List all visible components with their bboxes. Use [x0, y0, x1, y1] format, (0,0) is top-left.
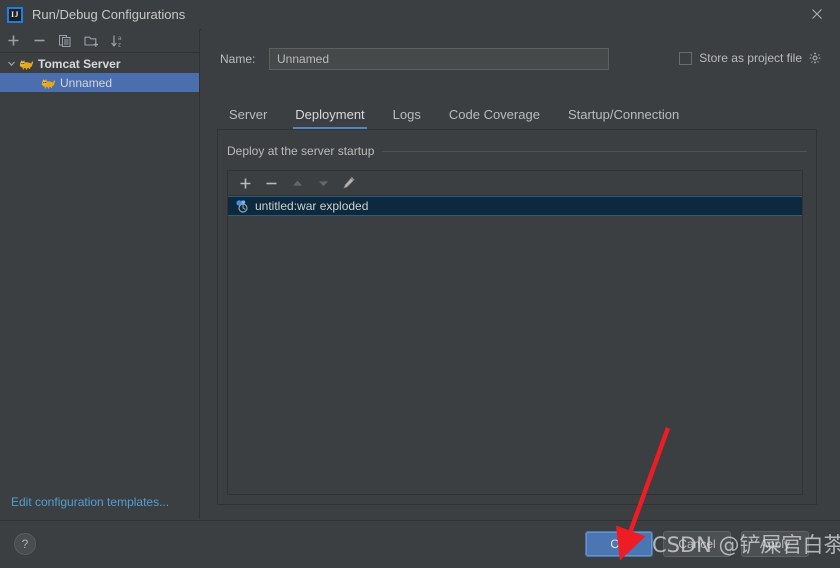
- sidebar-toolbar: a z: [0, 29, 199, 53]
- svg-text:z: z: [118, 42, 121, 48]
- list-item[interactable]: untitled:war exploded: [228, 196, 802, 216]
- deploy-section-header: Deploy at the server startup: [227, 144, 807, 158]
- store-as-project-file-row[interactable]: Store as project file: [679, 51, 822, 65]
- move-up-button[interactable]: [284, 172, 310, 194]
- add-artifact-button[interactable]: [232, 172, 258, 194]
- artifacts-list-box: untitled:war exploded: [227, 170, 803, 495]
- configurations-sidebar: a z Tomcat Server Unnamed Edit configura…: [0, 29, 200, 519]
- tab-code-coverage[interactable]: Code Coverage: [435, 107, 554, 129]
- tab-deployment[interactable]: Deployment: [281, 107, 378, 129]
- pencil-icon: [343, 176, 355, 189]
- cancel-button[interactable]: Cancel: [663, 531, 731, 557]
- tomcat-icon: [18, 56, 34, 72]
- chevron-down-icon[interactable]: [5, 57, 18, 70]
- name-input[interactable]: [269, 48, 609, 70]
- edit-configuration-templates-link[interactable]: Edit configuration templates...: [11, 495, 169, 509]
- tab-startup-connection[interactable]: Startup/Connection: [554, 107, 693, 129]
- plus-icon: [240, 178, 250, 188]
- arrow-down-icon: [318, 180, 328, 186]
- minus-icon: [266, 182, 276, 184]
- name-label: Name:: [220, 52, 256, 66]
- edit-artifact-button[interactable]: [336, 172, 362, 194]
- move-down-button[interactable]: [310, 172, 336, 194]
- title-bar: IJ Run/Debug Configurations: [0, 0, 840, 30]
- tree-item-label: Unnamed: [60, 75, 113, 90]
- close-window-button[interactable]: [794, 0, 840, 28]
- configuration-tabs: Server Deployment Logs Code Coverage Sta…: [223, 101, 693, 129]
- help-button[interactable]: ?: [14, 533, 36, 555]
- run-debug-configurations-dialog: IJ Run/Debug Configurations a z Tomcat S…: [0, 0, 840, 568]
- folder-add-icon: [83, 36, 98, 47]
- name-row: Name:: [220, 48, 609, 70]
- list-item-label: untitled:war exploded: [255, 199, 369, 213]
- sort-az-icon: a z: [110, 35, 122, 48]
- deployment-tab-panel: Deploy at the server startup untitled:wa…: [217, 129, 817, 505]
- svg-text:a: a: [118, 36, 122, 42]
- close-icon: [812, 9, 822, 19]
- artifacts-toolbar: [228, 171, 802, 196]
- intellij-logo-text: IJ: [10, 10, 20, 19]
- store-as-project-file-label: Store as project file: [699, 51, 802, 65]
- configuration-editor-panel: Name: Store as project file Server Deplo…: [201, 29, 840, 519]
- save-configuration-button[interactable]: [78, 30, 104, 52]
- ok-button[interactable]: OK: [585, 531, 653, 557]
- store-as-project-file-checkbox[interactable]: [679, 51, 693, 65]
- intellij-logo-icon: IJ: [7, 6, 23, 23]
- gear-icon[interactable]: [809, 52, 822, 65]
- remove-configuration-button[interactable]: [26, 30, 52, 52]
- artifact-icon: [234, 198, 250, 214]
- copy-icon: [59, 34, 71, 47]
- minus-icon: [34, 39, 44, 42]
- copy-configuration-button[interactable]: [52, 30, 78, 52]
- remove-artifact-button[interactable]: [258, 172, 284, 194]
- tree-item-tomcat-server[interactable]: Tomcat Server: [0, 54, 199, 73]
- apply-button[interactable]: Apply: [741, 531, 809, 557]
- tomcat-icon: [40, 75, 56, 91]
- tree-item-unnamed[interactable]: Unnamed: [0, 73, 199, 92]
- deploy-section-title: Deploy at the server startup: [227, 144, 375, 158]
- plus-icon: [8, 35, 18, 46]
- tab-logs[interactable]: Logs: [379, 107, 435, 129]
- section-divider: [382, 150, 807, 152]
- sort-configurations-button[interactable]: a z: [104, 30, 130, 52]
- tab-server[interactable]: Server: [223, 107, 281, 129]
- arrow-up-icon: [292, 180, 302, 186]
- configurations-tree: Tomcat Server Unnamed: [0, 54, 199, 92]
- tree-item-label: Tomcat Server: [38, 56, 121, 71]
- window-title: Run/Debug Configurations: [32, 7, 186, 22]
- add-configuration-button[interactable]: [0, 30, 26, 52]
